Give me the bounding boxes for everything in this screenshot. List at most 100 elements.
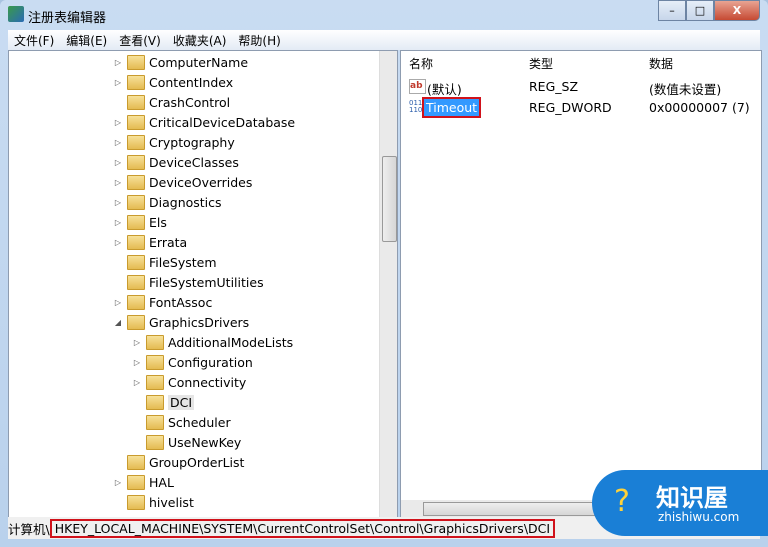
expander-icon[interactable]: ▷ [132, 338, 142, 347]
tree-item-label: Scheduler [168, 414, 231, 430]
folder-icon [127, 114, 145, 130]
tree-item-label: ContentIndex [149, 74, 234, 90]
expander-icon[interactable]: ▷ [132, 378, 142, 387]
tree-item[interactable]: ▷ HAL [113, 472, 174, 492]
regedit-icon [8, 6, 24, 22]
status-prefix: 计算机\ [8, 521, 50, 537]
tree-item[interactable]: ▷ DeviceOverrides [113, 172, 252, 192]
value-type: REG_DWORD [529, 100, 612, 115]
tree-item[interactable]: ▷ ContentIndex [113, 72, 233, 92]
value-name-selected[interactable]: Timeout [422, 97, 482, 118]
tree-item-label: Connectivity [168, 374, 247, 390]
tree-item-label: Errata [149, 234, 188, 250]
string-value-icon: ab [409, 79, 426, 94]
tree-item[interactable]: ▷ Configuration [132, 352, 253, 372]
tree-item-label: Diagnostics [149, 194, 222, 210]
menu-bar: 文件(F) 编辑(E) 查看(V) 收藏夹(A) 帮助(H) [8, 30, 760, 50]
watermark-brand: 知识屋 [656, 484, 728, 512]
tree-item-label: DCI [168, 394, 195, 410]
tree-item-label: GroupOrderList [149, 454, 245, 470]
tree-item[interactable]: ▷ FontAssoc [113, 292, 212, 312]
tree-vertical-scrollbar[interactable] [379, 51, 397, 517]
tree-item[interactable]: ▷ Errata [113, 232, 187, 252]
tree-item[interactable]: hivelist [113, 492, 194, 512]
question-monitor-icon: ? [614, 484, 630, 519]
column-data[interactable]: 数据 [649, 53, 673, 73]
folder-icon [127, 234, 145, 250]
folder-icon [127, 54, 145, 70]
tree-item-label: CriticalDeviceDatabase [149, 114, 296, 130]
menu-favorites[interactable]: 收藏夹(A) [173, 32, 227, 49]
tree-item-label: FontAssoc [149, 294, 213, 310]
folder-icon [127, 134, 145, 150]
tree-item[interactable]: UseNewKey [132, 432, 241, 452]
tree-item[interactable]: ▷ Cryptography [113, 132, 235, 152]
values-list: 名称 类型 数据 ab (默认) REG_SZ (数值未设置) 011 110 T… [400, 50, 762, 518]
expander-icon[interactable]: ▷ [113, 138, 123, 147]
window-title: 注册表编辑器 [28, 11, 107, 26]
tree-item[interactable]: CrashControl [113, 92, 230, 112]
scrollbar-thumb[interactable] [382, 156, 397, 242]
value-data: (数值未设置) [649, 82, 722, 97]
expander-icon[interactable]: ▷ [113, 58, 123, 67]
tree-item-label: ComputerName [149, 54, 249, 70]
expander-icon[interactable]: ▷ [113, 218, 123, 227]
close-button[interactable]: X [714, 0, 760, 21]
column-name[interactable]: 名称 [409, 53, 433, 73]
folder-icon [127, 74, 145, 90]
tree-item-label: Els [149, 214, 167, 230]
tree-item[interactable]: ▷ AdditionalModeLists [132, 332, 293, 352]
status-path: HKEY_LOCAL_MACHINE\SYSTEM\CurrentControl… [49, 518, 556, 538]
tree-item[interactable]: Scheduler [132, 412, 231, 432]
tree-item-label: Cryptography [149, 134, 235, 150]
folder-icon [127, 454, 145, 470]
menu-file[interactable]: 文件(F) [14, 32, 54, 49]
value-type: REG_SZ [529, 79, 579, 94]
tree-item[interactable]: GroupOrderList [113, 452, 244, 472]
expander-icon[interactable]: ▷ [113, 78, 123, 87]
tree-item[interactable]: FileSystem [113, 252, 217, 272]
expander-icon[interactable]: ▷ [113, 238, 123, 247]
tree-item[interactable]: ▷ DeviceClasses [113, 152, 239, 172]
folder-icon [127, 154, 145, 170]
folder-icon [127, 214, 145, 230]
folder-icon [146, 334, 164, 350]
tree-item-label: AdditionalModeLists [168, 334, 294, 350]
watermark-badge: ? 知识屋 zhishiwu.com [592, 470, 768, 536]
folder-icon [127, 254, 145, 270]
tree-item-label: FileSystemUtilities [149, 274, 264, 290]
expander-icon[interactable]: ▷ [113, 478, 123, 487]
folder-icon [146, 414, 164, 430]
folder-icon [127, 274, 145, 290]
expander-icon[interactable]: ▷ [113, 118, 123, 127]
tree-item-label: FileSystem [149, 254, 217, 270]
tree-item[interactable]: DCI [132, 392, 195, 412]
watermark-url: zhishiwu.com [658, 510, 740, 524]
minimize-button[interactable]: – [658, 0, 686, 21]
expander-icon[interactable]: ▷ [113, 298, 123, 307]
tree-item[interactable]: ◢ GraphicsDrivers [113, 312, 249, 332]
tree-item[interactable]: ▷ Diagnostics [113, 192, 222, 212]
menu-view[interactable]: 查看(V) [119, 32, 161, 49]
expander-icon[interactable]: ▷ [132, 358, 142, 367]
expander-icon[interactable]: ▷ [113, 178, 123, 187]
folder-icon [146, 354, 164, 370]
tree-item[interactable]: FileSystemUtilities [113, 272, 264, 292]
folder-icon [146, 374, 164, 390]
folder-icon [127, 474, 145, 490]
expander-icon[interactable]: ◢ [113, 318, 123, 327]
tree-item[interactable]: ▷ ComputerName [113, 52, 248, 72]
maximize-button[interactable]: □ [686, 0, 714, 21]
value-name: (默认) [427, 82, 462, 97]
menu-edit[interactable]: 编辑(E) [66, 32, 107, 49]
tree-item[interactable]: ▷ Connectivity [132, 372, 246, 392]
tree-item[interactable]: ▷ Els [113, 212, 167, 232]
folder-icon [127, 294, 145, 310]
tree-item-label: DeviceOverrides [149, 174, 253, 190]
value-data: 0x00000007 (7) [649, 100, 750, 115]
menu-help[interactable]: 帮助(H) [238, 32, 280, 49]
tree-item[interactable]: ▷ CriticalDeviceDatabase [113, 112, 295, 132]
column-type[interactable]: 类型 [529, 53, 553, 73]
expander-icon[interactable]: ▷ [113, 198, 123, 207]
expander-icon[interactable]: ▷ [113, 158, 123, 167]
